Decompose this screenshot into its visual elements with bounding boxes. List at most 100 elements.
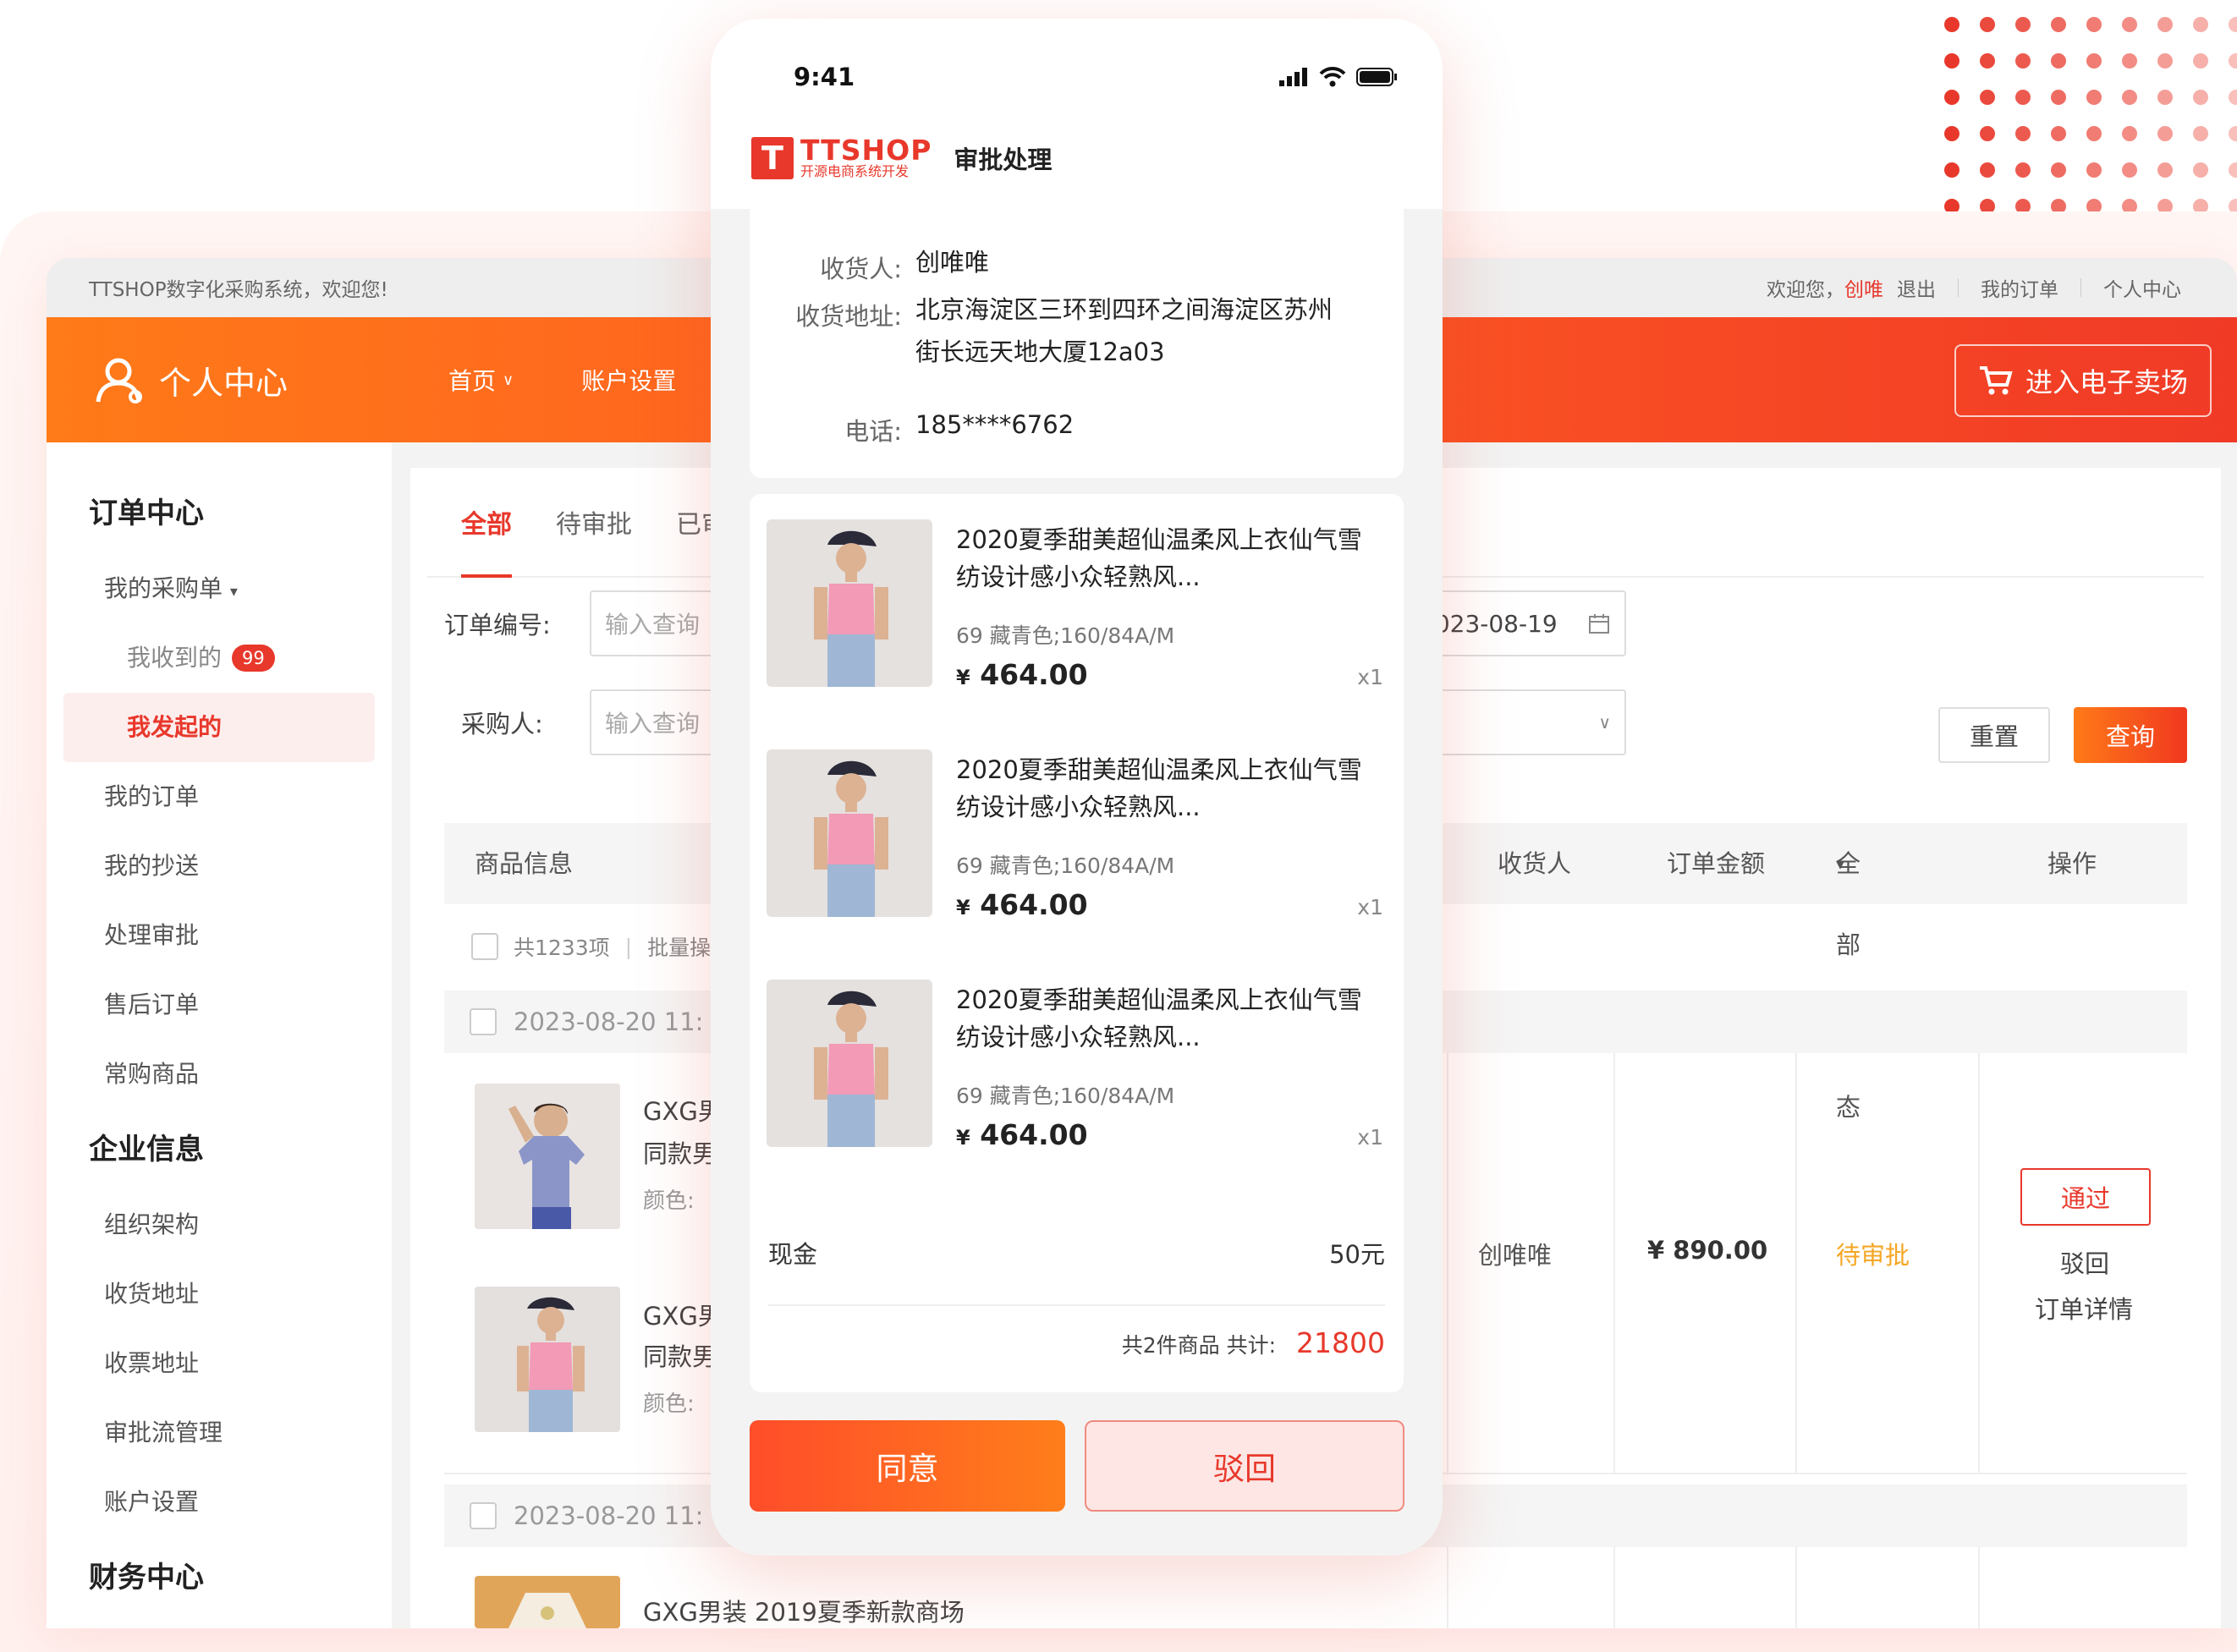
search-button[interactable]: 查询 [2074, 707, 2187, 763]
decorative-dot [2193, 17, 2208, 32]
decorative-dot [2229, 17, 2237, 32]
decorative-dot-grid [1944, 17, 2237, 235]
product-quantity: x1 [1357, 895, 1383, 919]
nav-item-account[interactable]: 账户设置 [581, 363, 676, 397]
product-image[interactable] [475, 1084, 620, 1229]
sidebar-item-my-purchase[interactable]: 我的采购单 ▾ [47, 554, 392, 623]
order-item[interactable]: 2020夏季甜美超仙温柔风上衣仙气雪 纺设计感小众轻熟风... 69 藏青色;160… [767, 749, 1387, 936]
address-label: 收货地址: [795, 302, 902, 331]
currency-symbol: ¥ [956, 1126, 970, 1150]
column-divider [1795, 1547, 1797, 1628]
nav-item-home[interactable]: 首页 ∨ [448, 363, 514, 397]
wifi-icon [1319, 67, 1346, 87]
sidebar-item-initiated[interactable]: 我发起的 [63, 693, 375, 762]
agree-button[interactable]: 同意 [750, 1420, 1065, 1512]
sidebar: 订单中心 我的采购单 ▾ 我收到的 99 我发起的 我的订单 我的抄送 处理审批 售后订… [47, 442, 392, 1628]
logo-main-text: TTSHOP [800, 134, 932, 167]
status-time: 9:41 [794, 63, 855, 91]
decorative-dot [2122, 162, 2137, 178]
status-icons [1278, 63, 1399, 91]
decorative-dot [2086, 90, 2102, 105]
sidebar-item[interactable]: 我的抄送 [47, 831, 392, 901]
count-badge: 99 [232, 645, 275, 672]
sidebar-item[interactable]: 使用额度 [47, 1618, 392, 1628]
top-links: 欢迎您，创唯 退出 我的订单 个人中心 [1745, 273, 2203, 302]
tab-pending[interactable]: 待审批 [556, 503, 632, 541]
sidebar-item[interactable]: 处理审批 [47, 901, 392, 970]
sidebar-item[interactable]: 收货地址 [47, 1260, 392, 1329]
reset-button[interactable]: 重置 [1938, 707, 2050, 763]
product-image[interactable] [475, 1287, 620, 1432]
product-image[interactable] [767, 749, 932, 917]
ttshop-logo: TTSHOP 开源电商系统开发 [800, 134, 932, 179]
phone-mockup: 9:41 T TTSHOP 开源电商系统开发 审批处理 收货人: 创唯唯 收货地… [711, 19, 1443, 1556]
tab-all[interactable]: 全部 [461, 503, 512, 578]
order-amount: ¥ 890.00 [1647, 1236, 1768, 1265]
sidebar-item[interactable]: 账户设置 [47, 1468, 392, 1537]
product-color-label: 颜色: [643, 1391, 695, 1417]
sidebar-item[interactable]: 收票地址 [47, 1329, 392, 1398]
decorative-dot [2122, 126, 2137, 141]
currency-symbol: ¥ [956, 666, 970, 689]
greeting-text: 欢迎您， [1767, 279, 1844, 301]
status-badge: 待审批 [1836, 1241, 1910, 1270]
sidebar-item[interactable]: 我的订单 [47, 762, 392, 831]
order-date: 2023-08-20 11: [514, 1007, 704, 1036]
decorative-dot [2193, 126, 2208, 141]
column-divider [1447, 1547, 1448, 1628]
decorative-dot [1944, 126, 1959, 141]
decorative-dot [2157, 17, 2173, 32]
address-card: 收货人: 创唯唯 收货地址: 北京海淀区三环到四环之间海淀区苏州 街长远天地大厦… [750, 209, 1404, 478]
order-checkbox[interactable] [470, 1502, 497, 1529]
product-name-line2: 纺设计感小众轻熟风... [956, 793, 1201, 821]
reject-link[interactable]: 驳回 [2060, 1244, 2109, 1280]
personal-center-link[interactable]: 个人中心 [2081, 273, 2203, 302]
sidebar-item[interactable]: 组织架构 [47, 1190, 392, 1260]
order-item[interactable]: 2020夏季甜美超仙温柔风上衣仙气雪 纺设计感小众轻熟风... 69 藏青色;160… [767, 519, 1387, 705]
logout-link[interactable]: 退出 [1883, 279, 1936, 301]
order-item[interactable]: 2020夏季甜美超仙温柔风上衣仙气雪 纺设计感小众轻熟风... 69 藏青色;160… [767, 980, 1387, 1166]
signal-icon [1279, 68, 1307, 86]
decorative-dot [2015, 162, 2031, 178]
decorative-dot [2157, 53, 2173, 69]
sidebar-item[interactable]: 常购商品 [47, 1040, 392, 1109]
sidebar-item-received[interactable]: 我收到的 99 [47, 623, 392, 693]
product-image[interactable] [475, 1576, 620, 1628]
order-no-label: 订单编号: [444, 611, 551, 639]
product-image[interactable] [767, 519, 932, 687]
product-name[interactable]: GXG男装 2019夏季新款商场 [643, 1593, 965, 1628]
product-price: ¥ 464.00 [956, 658, 1088, 691]
decorative-dot [2157, 162, 2173, 178]
ttshop-logo-icon: T [751, 137, 794, 179]
battery-icon [1356, 68, 1397, 86]
nav-brand[interactable]: 个人中心 [93, 353, 288, 407]
username-link[interactable]: 创唯 [1844, 279, 1883, 301]
product-quantity: x1 [1357, 1125, 1383, 1150]
product-image[interactable] [767, 980, 932, 1147]
decorative-dot [1944, 17, 1959, 32]
my-orders-link[interactable]: 我的订单 [1959, 273, 2080, 302]
decorative-dot [2015, 90, 2031, 105]
approve-button[interactable]: 通过 [2020, 1168, 2151, 1226]
sidebar-group-orders: 订单中心 [89, 497, 204, 530]
col-product: 商品信息 [475, 849, 574, 878]
select-all-checkbox[interactable] [471, 933, 498, 960]
decorative-dot [2015, 126, 2031, 141]
col-receiver: 收货人 [1498, 849, 1572, 878]
column-divider [1613, 1053, 1615, 1473]
decorative-dot [2193, 90, 2208, 105]
decorative-dot [2229, 90, 2237, 105]
caret-down-icon: ▾ [1836, 853, 1845, 874]
sidebar-item[interactable]: 审批流管理 [47, 1398, 392, 1468]
decorative-dot [2015, 53, 2031, 69]
order-checkbox[interactable] [470, 1008, 497, 1035]
order-items-card: 2020夏季甜美超仙温柔风上衣仙气雪 纺设计感小众轻熟风... 69 藏青色;160… [750, 494, 1404, 1392]
welcome-text: TTSHOP数字化采购系统，欢迎您! [89, 279, 388, 301]
placeholder: 输入查询 [605, 710, 701, 738]
enter-mall-button[interactable]: 进入电子卖场 [1954, 344, 2212, 417]
sidebar-item[interactable]: 售后订单 [47, 970, 392, 1040]
order-detail-link[interactable]: 订单详情 [2035, 1290, 2133, 1325]
decorative-dot [1944, 90, 1959, 105]
phone-title-bar: T TTSHOP 开源电商系统开发 审批处理 [751, 134, 1052, 179]
reject-button[interactable]: 驳回 [1085, 1420, 1404, 1512]
